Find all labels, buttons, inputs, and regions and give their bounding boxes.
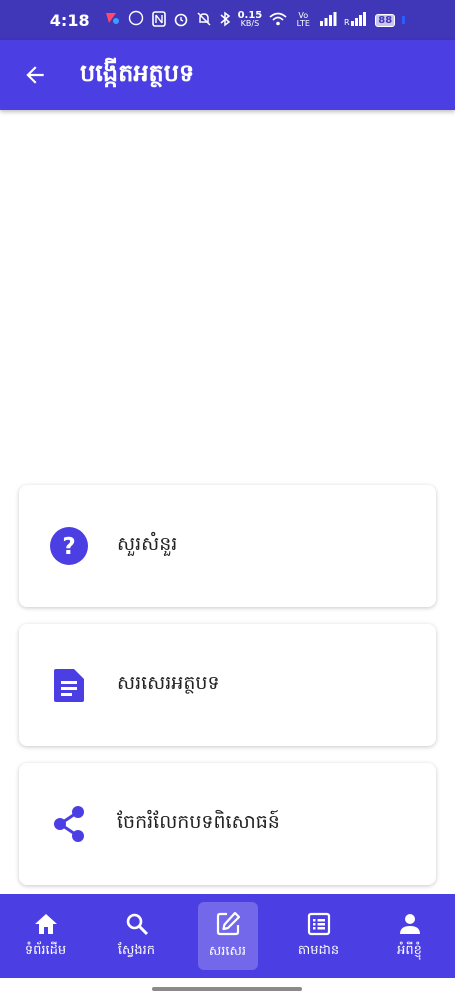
- network-speed-unit: KB/S: [240, 19, 260, 28]
- nav-item-follow[interactable]: តាមដាន: [273, 894, 364, 978]
- card-label: សួរសំនួរ: [117, 533, 178, 555]
- search-icon: [126, 913, 148, 935]
- status-time: 4:18: [49, 10, 90, 30]
- person-icon: [399, 913, 420, 934]
- nav-label: ទំព័រដើម: [24, 942, 67, 958]
- share-icon: [49, 804, 89, 844]
- wifi-icon: [269, 12, 287, 29]
- ask-question-card[interactable]: ? សួរសំនួរ: [19, 485, 436, 607]
- list-icon: [307, 912, 330, 935]
- nav-item-write[interactable]: សរសេរ: [182, 894, 273, 978]
- battery-level: 88: [375, 13, 396, 27]
- nav-item-home[interactable]: ទំព័រដើម: [0, 894, 91, 978]
- signal-icon: [319, 11, 337, 29]
- home-icon: [34, 913, 57, 934]
- share-experience-card[interactable]: ចែករំលែកបទពិសោធន៍: [19, 763, 436, 885]
- alarm-icon: [173, 11, 189, 30]
- page-title: បង្កើតអត្ថបទ: [80, 58, 195, 87]
- gesture-handle[interactable]: [152, 987, 302, 991]
- nav-label: សរសេរ: [208, 943, 247, 959]
- nav-label: តាមដាន: [297, 942, 340, 958]
- nav-label: ស្វែងរក: [117, 942, 156, 958]
- status-bar: 4:18 0.15 KB/S Vo LTE R 88: [0, 0, 455, 40]
- bluetooth-icon: [219, 11, 231, 30]
- app-notification-icon: [104, 10, 120, 30]
- svg-text:R: R: [344, 18, 350, 26]
- app-bar: បង្កើតអត្ថបទ: [0, 40, 455, 110]
- card-label: សរសេរអត្ថបទ: [117, 672, 220, 694]
- card-label: ចែករំលែកបទពិសោធន៍: [117, 811, 280, 833]
- edit-icon: [216, 911, 240, 935]
- signal-roaming-icon: R: [344, 11, 368, 29]
- volte-label: Vo LTE: [296, 11, 310, 28]
- write-article-card[interactable]: សរសេរអត្ថបទ: [19, 624, 436, 746]
- back-button[interactable]: [0, 40, 70, 110]
- document-icon: [49, 665, 89, 705]
- arrow-back-icon: [26, 66, 44, 84]
- question-icon: ?: [49, 526, 89, 566]
- nav-item-search[interactable]: ស្វែងរក: [91, 894, 182, 978]
- mute-icon: [196, 11, 212, 30]
- nav-item-about-me[interactable]: អំពីខ្ញុំ: [364, 894, 455, 978]
- nfc-icon: [151, 10, 166, 30]
- svg-text:?: ?: [62, 534, 75, 560]
- network-speed: 0.15 KB/S: [238, 11, 263, 28]
- nav-label: អំពីខ្ញុំ: [397, 942, 422, 958]
- notification-badge-icon: [128, 10, 144, 30]
- battery-tip-icon: [402, 13, 406, 27]
- bottom-navigation: ទំព័រដើម ស្វែងរក សរសេរ តាមដាន អំពីខ្ញុំ: [0, 894, 455, 978]
